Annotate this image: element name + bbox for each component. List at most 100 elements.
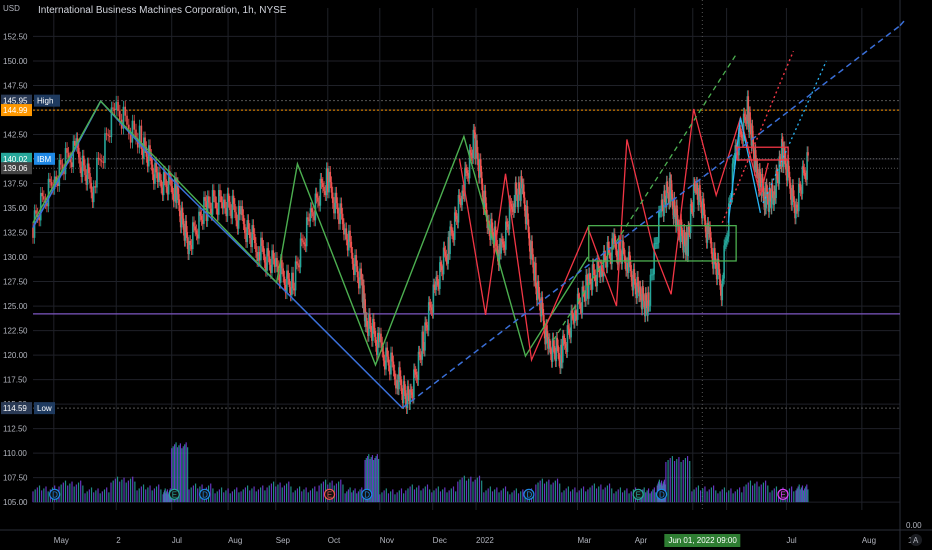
x-tick-label: Mar: [577, 536, 591, 545]
candle-body: [214, 196, 216, 203]
y-tick-label: 110.00: [3, 449, 27, 458]
event-marker-label: E: [780, 490, 785, 499]
last-price-label: IBM: [37, 155, 52, 164]
candle-body: [300, 238, 303, 241]
candle-body: [283, 276, 286, 285]
candle-body: [92, 186, 95, 203]
candle-body: [89, 173, 91, 183]
candle-body: [124, 106, 127, 116]
y-tick-label: 117.50: [3, 376, 27, 385]
candle-body: [194, 226, 197, 231]
candle-body: [160, 180, 162, 188]
candle-body: [276, 257, 278, 267]
candle-body: [391, 352, 393, 362]
candle-body: [32, 227, 34, 238]
x-tick-label: May: [54, 536, 69, 545]
candle-body: [234, 203, 236, 213]
candle-body: [366, 317, 368, 327]
candle-body: [229, 201, 231, 211]
candle-body: [64, 148, 67, 175]
candle-body: [87, 163, 90, 174]
x-tick-label: Nov: [380, 536, 394, 545]
candle-body: [335, 192, 338, 204]
candle-body: [159, 172, 161, 181]
candle-body: [315, 193, 318, 198]
candle-body: [252, 225, 255, 235]
candle-body: [105, 133, 108, 135]
candle-body: [312, 212, 314, 217]
event-marker-label: D: [526, 490, 532, 499]
candle-body: [255, 243, 257, 252]
x-tick-label: Aug: [862, 536, 876, 545]
candle-body: [104, 133, 106, 163]
candle-body: [341, 213, 344, 225]
candle-body: [171, 186, 174, 194]
volume-axis-zero: 0.00: [906, 521, 922, 530]
candle-body: [331, 192, 334, 203]
candle-body: [261, 237, 263, 246]
candle-body: [320, 178, 323, 183]
candle-body: [131, 120, 134, 143]
candle-body: [82, 155, 85, 166]
candle-body: [373, 318, 375, 328]
candle-body: [102, 161, 105, 163]
x-tick-label: 2: [116, 536, 121, 545]
candle-body: [393, 370, 396, 380]
candle-body: [247, 220, 250, 230]
x-tick-label: Oct: [328, 536, 341, 545]
candle-body: [209, 202, 211, 209]
candle-body: [302, 240, 304, 243]
currency-unit: USD: [3, 4, 20, 13]
candle-body: [49, 178, 51, 183]
candle-body: [380, 333, 382, 343]
y-tick-label: 105.00: [3, 498, 28, 507]
candle-body: [189, 241, 192, 246]
y-tick-label: 122.50: [3, 327, 28, 336]
candle-body: [355, 255, 358, 267]
candle-body: [296, 261, 298, 264]
candle-body: [79, 157, 81, 168]
candle-body: [282, 268, 284, 277]
candle-body: [268, 256, 271, 265]
y-tick-label: 147.50: [3, 81, 28, 90]
y-tick-label: 132.50: [3, 229, 28, 238]
candle-body: [310, 208, 313, 213]
event-marker-label: D: [52, 490, 58, 499]
candle-body: [97, 157, 100, 160]
x-tick-label: 2022: [476, 536, 494, 545]
candle-body: [349, 230, 351, 242]
low-label: Low: [37, 404, 52, 413]
candle-body: [100, 160, 103, 162]
auto-scale-label: A: [913, 536, 919, 545]
candle-body: [70, 162, 73, 168]
candle-body: [170, 178, 172, 187]
candle-body: [133, 120, 135, 130]
candle-body: [119, 110, 121, 120]
candle-body: [96, 157, 98, 188]
candle-body: [340, 203, 343, 214]
x-tick-label: Dec: [433, 536, 447, 545]
y-tick-label: 150.00: [3, 57, 28, 66]
candle-body: [219, 190, 221, 197]
candle-body: [350, 241, 353, 253]
candle-body: [288, 278, 291, 288]
candle-body: [323, 187, 325, 192]
candle-body: [224, 199, 226, 208]
candle-body: [200, 215, 203, 220]
candle-body: [220, 196, 223, 203]
y-tick-label: 112.50: [3, 425, 27, 434]
y-tick-label: 120.00: [3, 351, 28, 360]
y-tick-label: 142.50: [3, 130, 28, 139]
high-label: High: [37, 97, 53, 106]
x-tick-label: Aug: [228, 536, 242, 545]
candle-body: [307, 217, 309, 220]
event-marker-label: E: [172, 490, 177, 499]
y-tick-label: 125.00: [3, 302, 28, 311]
candle-body: [215, 202, 218, 209]
date-badge-text: Jun 01, 2022 09:00: [668, 536, 737, 545]
candle-body: [126, 115, 128, 125]
prev-close-value: 139.06: [3, 164, 28, 173]
candle-body: [208, 196, 210, 203]
candle-body: [112, 107, 114, 109]
price-chart[interactable]: 152.50150.00147.50145.00142.50140.00137.…: [0, 0, 932, 550]
